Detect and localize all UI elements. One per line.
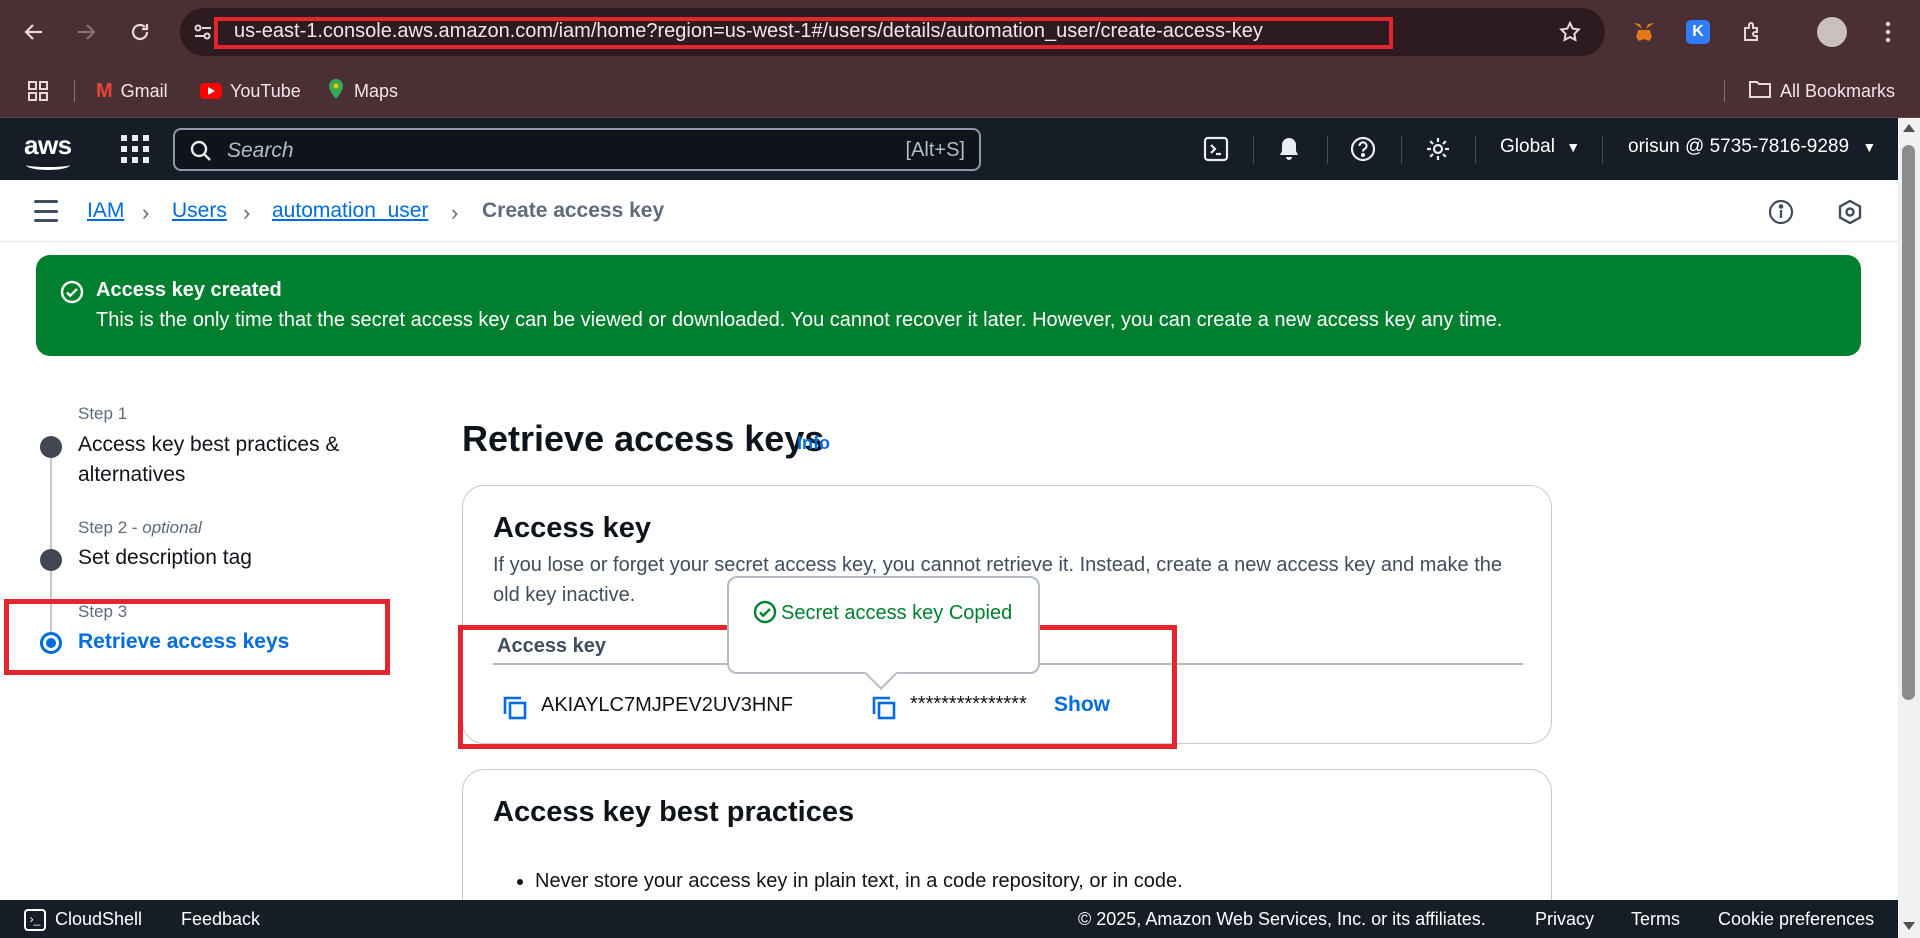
bookmarks-bar: M Gmail YouTube Maps All Bookmarks: [0, 64, 1920, 118]
header-divider: [1401, 136, 1402, 164]
account-label: orisun @ 5735-7816-9289: [1628, 136, 1850, 157]
search-placeholder: Search: [227, 139, 294, 162]
chevron-right-icon: ›: [451, 200, 459, 225]
aws-logo[interactable]: aws: [24, 130, 72, 170]
breadcrumb-current: Create access key: [482, 199, 665, 222]
aws-top-navigation: aws Search [Alt+S] Global ▼ orisun @ 573…: [0, 118, 1920, 180]
folder-icon: [1748, 79, 1772, 104]
breadcrumb-user[interactable]: automation_user: [272, 199, 428, 223]
menu-kebab-icon[interactable]: [1870, 14, 1906, 50]
help-icon[interactable]: [1347, 133, 1379, 165]
search-input[interactable]: Search [Alt+S]: [173, 128, 981, 171]
step-2-label: Step 2 - optional: [78, 518, 202, 538]
step-2-optional: optional: [142, 518, 202, 537]
breadcrumb-users[interactable]: Users: [172, 199, 227, 223]
copied-popover: Secret access key Copied: [727, 576, 1040, 674]
step-2-title[interactable]: Set description tag: [78, 543, 252, 573]
feedback-button[interactable]: Feedback: [181, 909, 260, 930]
back-arrow-icon[interactable]: [16, 14, 52, 50]
step-2-indicator: [40, 549, 62, 571]
metamask-extension-icon[interactable]: [1626, 14, 1662, 50]
aws-logo-text: aws: [24, 130, 72, 160]
flash-title: Access key created: [96, 279, 282, 301]
best-practices-list: Never store your access key in plain tex…: [535, 870, 1183, 893]
aws-smile-icon: [26, 160, 70, 170]
reload-icon[interactable]: [122, 14, 158, 50]
youtube-icon: [200, 83, 222, 99]
security-hexagon-icon[interactable]: [1836, 198, 1864, 226]
list-item: Never store your access key in plain tex…: [535, 870, 1183, 893]
popover-text: Secret access key Copied: [781, 602, 1013, 624]
bookmark-youtube[interactable]: YouTube: [200, 76, 301, 106]
header-divider: [1327, 136, 1328, 164]
step-2-label-text: Step 2 -: [78, 518, 143, 537]
header-divider: [1602, 136, 1603, 164]
step-1-title[interactable]: Access key best practices & alternatives: [78, 430, 378, 490]
cookie-preferences-link[interactable]: Cookie preferences: [1718, 909, 1874, 930]
header-divider: [1475, 136, 1476, 164]
bookmarks-divider: [1724, 80, 1725, 102]
bookmark-label: Gmail: [120, 80, 168, 101]
extensions-puzzle-icon[interactable]: [1734, 14, 1770, 50]
privacy-link[interactable]: Privacy: [1535, 909, 1594, 930]
bookmarks-divider: [74, 80, 75, 102]
search-icon: [189, 139, 213, 163]
breadcrumb-iam[interactable]: IAM: [87, 199, 124, 223]
info-link[interactable]: Info: [797, 433, 830, 454]
region-label: Global: [1500, 136, 1555, 157]
header-divider: [1253, 136, 1254, 164]
copyright-text: © 2025, Amazon Web Services, Inc. or its…: [1078, 909, 1486, 929]
success-flash-banner: Access key created This is the only time…: [36, 255, 1861, 356]
all-bookmarks[interactable]: All Bookmarks: [1748, 76, 1895, 106]
caret-down-icon: ▼: [1862, 139, 1877, 155]
bell-icon[interactable]: [1273, 133, 1305, 165]
step-connector: [50, 446, 52, 560]
profile-avatar[interactable]: [1814, 14, 1850, 50]
step-1-label: Step 1: [78, 404, 128, 423]
maps-pin-icon: [326, 78, 346, 105]
check-circle-icon: [60, 280, 84, 304]
bookmark-label: YouTube: [230, 80, 301, 101]
gear-icon[interactable]: [1422, 133, 1454, 165]
forward-arrow-icon[interactable]: [68, 14, 104, 50]
k-extension-icon[interactable]: K: [1680, 14, 1716, 50]
site-info-icon[interactable]: [192, 21, 214, 43]
scroll-up-arrow-icon[interactable]: [1903, 124, 1915, 132]
cloudshell-button[interactable]: CloudShell: [55, 909, 142, 930]
cloudshell-icon[interactable]: [1200, 133, 1232, 165]
cloudshell-icon: ›_: [24, 909, 46, 931]
star-icon[interactable]: [1552, 14, 1588, 50]
chevron-right-icon: ›: [142, 200, 150, 225]
bookmark-label: Maps: [354, 80, 399, 101]
gmail-icon: M: [96, 79, 113, 102]
card-heading: Access key best practices: [493, 796, 855, 828]
all-bookmarks-label: All Bookmarks: [1780, 80, 1896, 101]
breadcrumb: IAM › Users › automation_user › Create a…: [0, 180, 1898, 242]
hamburger-menu-icon[interactable]: [34, 200, 58, 222]
url-text[interactable]: us-east-1.console.aws.amazon.com/iam/hom…: [234, 20, 1263, 43]
apps-grid-icon[interactable]: [26, 76, 50, 106]
region-selector[interactable]: Global ▼: [1500, 136, 1580, 158]
scrollbar-thumb[interactable]: [1902, 145, 1915, 700]
account-menu[interactable]: orisun @ 5735-7816-9289 ▼: [1628, 136, 1876, 158]
search-shortcut: [Alt+S]: [905, 139, 965, 161]
step-1-indicator: [40, 436, 62, 458]
bookmark-gmail[interactable]: M Gmail: [96, 76, 168, 106]
step-highlight-box: [4, 599, 390, 675]
browser-toolbar: us-east-1.console.aws.amazon.com/iam/hom…: [0, 0, 1920, 64]
info-panel-icon[interactable]: [1767, 198, 1795, 226]
terms-link[interactable]: Terms: [1631, 909, 1680, 930]
chevron-right-icon: ›: [243, 200, 251, 225]
console-footer: ›_ CloudShell Feedback © 2025, Amazon We…: [0, 900, 1898, 938]
bookmark-maps[interactable]: Maps: [326, 76, 398, 106]
page-title: Retrieve access keys: [462, 418, 825, 459]
card-heading: Access key: [493, 512, 652, 544]
services-grid-icon[interactable]: [121, 135, 149, 163]
flash-message: This is the only time that the secret ac…: [96, 309, 1503, 331]
caret-down-icon: ▼: [1566, 139, 1581, 155]
scroll-down-arrow-icon[interactable]: [1903, 922, 1915, 930]
